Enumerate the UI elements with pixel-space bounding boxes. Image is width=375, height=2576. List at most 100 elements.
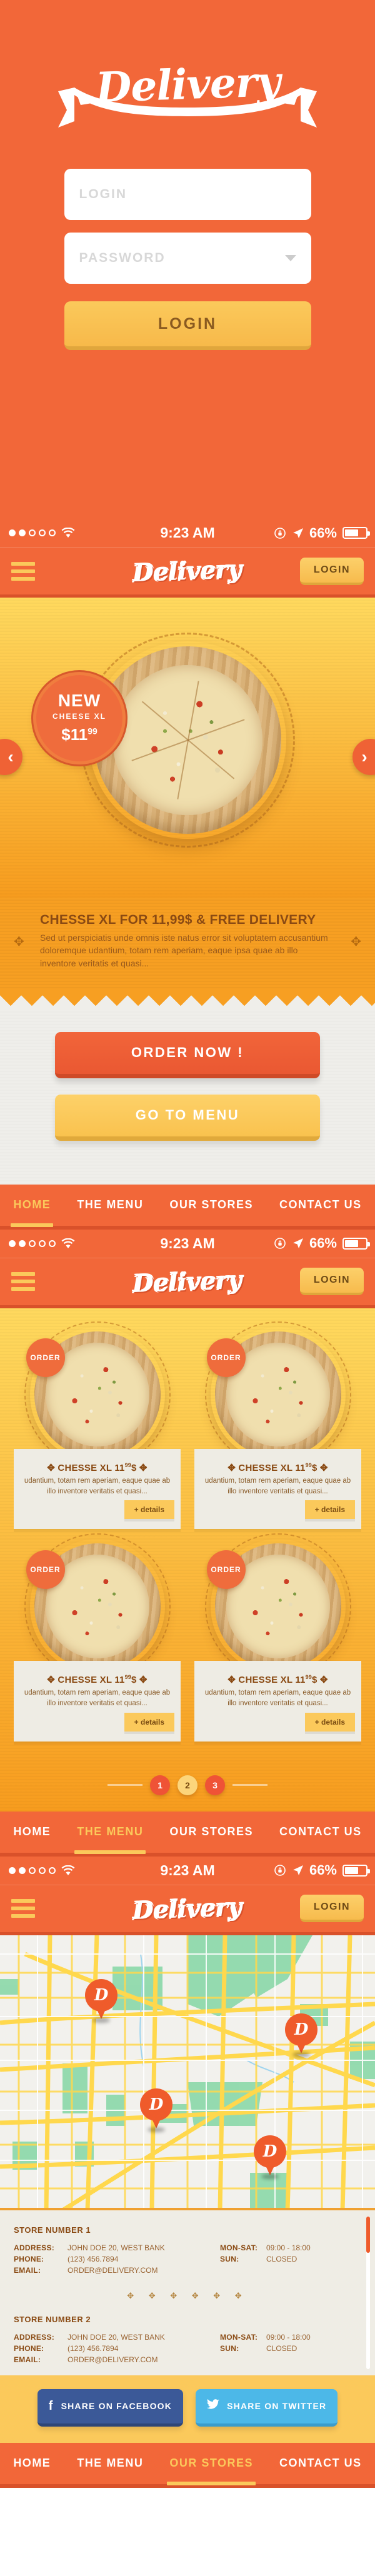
nav-item-the-menu[interactable]: THE MENU bbox=[74, 1198, 146, 1211]
order-button[interactable]: ORDER bbox=[206, 1338, 246, 1377]
map-pin-store-1[interactable]: D bbox=[85, 1978, 118, 2023]
sunday-label: SUN: bbox=[220, 2343, 239, 2353]
promo-price-main: $11 bbox=[61, 725, 88, 744]
map-pin-store-2[interactable]: D bbox=[285, 2013, 318, 2057]
card-title-cents: 99 bbox=[305, 1674, 312, 1681]
hamburger-menu-icon[interactable] bbox=[11, 1899, 35, 1918]
promo-badge-price: $1199 bbox=[61, 725, 98, 744]
header-logo: Delivery bbox=[132, 1265, 242, 1298]
card-title-pre: ✥ CHESSE XL 11 bbox=[228, 1675, 306, 1686]
map-pin-tail bbox=[294, 2038, 308, 2053]
app-header-stores: Delivery LOGIN bbox=[0, 1885, 375, 1935]
nav-item-our-stores[interactable]: OUR STORES bbox=[167, 1198, 256, 1211]
carousel-next-button[interactable]: › bbox=[352, 739, 375, 775]
pagination-page-1[interactable]: 1 bbox=[150, 1775, 170, 1795]
stores-map[interactable]: D D D D bbox=[0, 1935, 375, 2210]
nav-item-our-stores[interactable]: OUR STORES bbox=[167, 2457, 256, 2486]
rotation-lock-icon bbox=[274, 1865, 286, 1876]
stores-screen: 9:23 AM 66% Delivery LOGIN D D D D STORE… bbox=[0, 1856, 375, 2488]
store-hours-column: MON-SAT: 09:00 - 18:00 SUN: CLOSED bbox=[220, 2243, 311, 2275]
carousel-prev-button[interactable]: ‹ bbox=[0, 739, 22, 775]
order-button[interactable]: ORDER bbox=[206, 1550, 246, 1590]
store-sunday-row: SUN: CLOSED bbox=[220, 2255, 311, 2263]
login-form: LOGIN PASSWORD bbox=[64, 169, 311, 296]
pagination-page-2[interactable]: 2 bbox=[178, 1775, 198, 1795]
bottom-nav-home: HOME THE MENU OUR STORES CONTACT US bbox=[0, 1184, 375, 1230]
nav-item-contact-us[interactable]: CONTACT US bbox=[277, 1198, 364, 1211]
card-title-post: $ ✥ bbox=[131, 1462, 148, 1473]
order-button[interactable]: ORDER bbox=[26, 1550, 65, 1590]
go-to-menu-button[interactable]: GO TO MENU bbox=[55, 1094, 320, 1141]
facebook-icon: f bbox=[48, 2398, 54, 2413]
stores-scrollbar[interactable] bbox=[366, 2216, 370, 2369]
card-title-post: $ ✥ bbox=[312, 1462, 328, 1473]
details-button[interactable]: + details bbox=[124, 1712, 174, 1732]
details-button[interactable]: + details bbox=[304, 1500, 355, 1520]
map-pin-tail bbox=[149, 2113, 163, 2128]
map-pin-store-3[interactable]: D bbox=[140, 2088, 172, 2132]
store-email-row: EMAIL: ORDER@DELIVERY.COM bbox=[14, 2266, 220, 2275]
card-title-cents: 99 bbox=[124, 1674, 132, 1681]
pagination-page-3[interactable]: 3 bbox=[205, 1775, 225, 1795]
share-facebook-label: SHARE ON FACEBOOK bbox=[61, 2401, 172, 2412]
hamburger-menu-icon[interactable] bbox=[11, 1272, 35, 1291]
map-pin-store-4[interactable]: D bbox=[254, 2135, 286, 2179]
nav-item-home[interactable]: HOME bbox=[11, 1825, 53, 1838]
login-submit-button[interactable]: LOGIN bbox=[64, 301, 311, 350]
map-pin-shadow bbox=[292, 2052, 310, 2057]
header-login-button[interactable]: LOGIN bbox=[299, 1895, 364, 1923]
share-twitter-button[interactable]: SHARE ON TWITTER bbox=[196, 2388, 338, 2427]
store-sunday-row: SUN: CLOSED bbox=[220, 2344, 311, 2353]
map-pin-shadow bbox=[148, 2127, 165, 2132]
order-button[interactable]: ORDER bbox=[26, 1338, 65, 1377]
password-input[interactable]: PASSWORD bbox=[64, 233, 311, 284]
nav-item-contact-us[interactable]: CONTACT US bbox=[277, 2457, 364, 2470]
card-title-pre: ✥ CHESSE XL 11 bbox=[228, 1462, 306, 1473]
battery-icon bbox=[342, 1237, 370, 1250]
menu-card-info: ✥ CHESSE XL 1199$ ✥ udantium, totam rem … bbox=[14, 1661, 181, 1742]
wifi-icon bbox=[61, 528, 75, 538]
bottom-nav-stores: HOME THE MENU OUR STORES CONTACT US bbox=[0, 2442, 375, 2488]
header-login-button[interactable]: LOGIN bbox=[299, 1268, 364, 1296]
header-login-button[interactable]: LOGIN bbox=[299, 557, 364, 585]
pagination: 1 2 3 bbox=[14, 1775, 361, 1795]
order-now-button[interactable]: ORDER NOW ! bbox=[55, 1031, 320, 1078]
status-left bbox=[9, 1865, 75, 1876]
store-entry-2: STORE NUMBER 2 ADDRESS: JOHN DOE 20, WES… bbox=[14, 2315, 361, 2364]
menu-card-title: ✥ CHESSE XL 1199$ ✥ bbox=[201, 1674, 355, 1685]
nav-item-home[interactable]: HOME bbox=[11, 2457, 53, 2470]
details-button[interactable]: + details bbox=[124, 1500, 174, 1520]
hamburger-menu-icon[interactable] bbox=[11, 561, 35, 581]
menu-card-image: ORDER bbox=[24, 1321, 171, 1468]
hero-caption-title: CHESSE XL FOR 11,99$ & FREE DELIVERY bbox=[40, 913, 316, 927]
nav-item-home[interactable]: HOME bbox=[11, 1198, 54, 1228]
share-facebook-button[interactable]: f SHARE ON FACEBOOK bbox=[37, 2388, 184, 2427]
nav-item-the-menu[interactable]: THE MENU bbox=[74, 2457, 146, 2470]
store-divider: ✥ ✥ ✥ ✥ ✥ ✥ bbox=[127, 2290, 248, 2300]
login-logo-text: Delivery bbox=[94, 56, 281, 113]
sunday-value: CLOSED bbox=[266, 2343, 298, 2353]
username-input[interactable]: LOGIN bbox=[64, 169, 311, 220]
nav-item-our-stores[interactable]: OUR STORES bbox=[167, 1825, 256, 1838]
map-pin-shadow bbox=[261, 2173, 279, 2179]
card-title-pre: ✥ CHESSE XL 11 bbox=[47, 1675, 125, 1686]
battery-percent-label: 66% bbox=[309, 1862, 337, 1878]
nav-item-contact-us[interactable]: CONTACT US bbox=[277, 1825, 364, 1838]
menu-card-title: ✥ CHESSE XL 1199$ ✥ bbox=[20, 1462, 174, 1473]
menu-card-grid: ORDER ✥ CHESSE XL 1199$ ✥ udantium, tota… bbox=[14, 1321, 361, 1742]
menu-card: ORDER ✥ CHESSE XL 1199$ ✥ udantium, tota… bbox=[194, 1321, 361, 1530]
location-arrow-icon bbox=[292, 1238, 303, 1249]
username-placeholder: LOGIN bbox=[79, 187, 127, 201]
details-button[interactable]: + details bbox=[304, 1712, 355, 1732]
location-arrow-icon bbox=[292, 1865, 303, 1876]
app-header-menu: Delivery LOGIN bbox=[0, 1258, 375, 1308]
menu-card-desc: udantium, totam rem aperiam, eaque quae … bbox=[204, 1476, 351, 1495]
nav-item-the-menu[interactable]: THE MENU bbox=[74, 1825, 146, 1855]
ornament-left-icon: ✥ bbox=[14, 935, 24, 950]
menu-card-title: ✥ CHESSE XL 1199$ ✥ bbox=[201, 1462, 355, 1473]
promo-badge: NEW CHEESE XL $1199 bbox=[36, 675, 122, 761]
menu-card: ORDER ✥ CHESSE XL 1199$ ✥ udantium, tota… bbox=[14, 1321, 181, 1530]
phone-value: (123) 456.7894 bbox=[68, 2254, 119, 2263]
bottom-nav-menu: HOME THE MENU OUR STORES CONTACT US bbox=[0, 1811, 375, 1857]
address-label: ADDRESS: bbox=[14, 2243, 55, 2252]
